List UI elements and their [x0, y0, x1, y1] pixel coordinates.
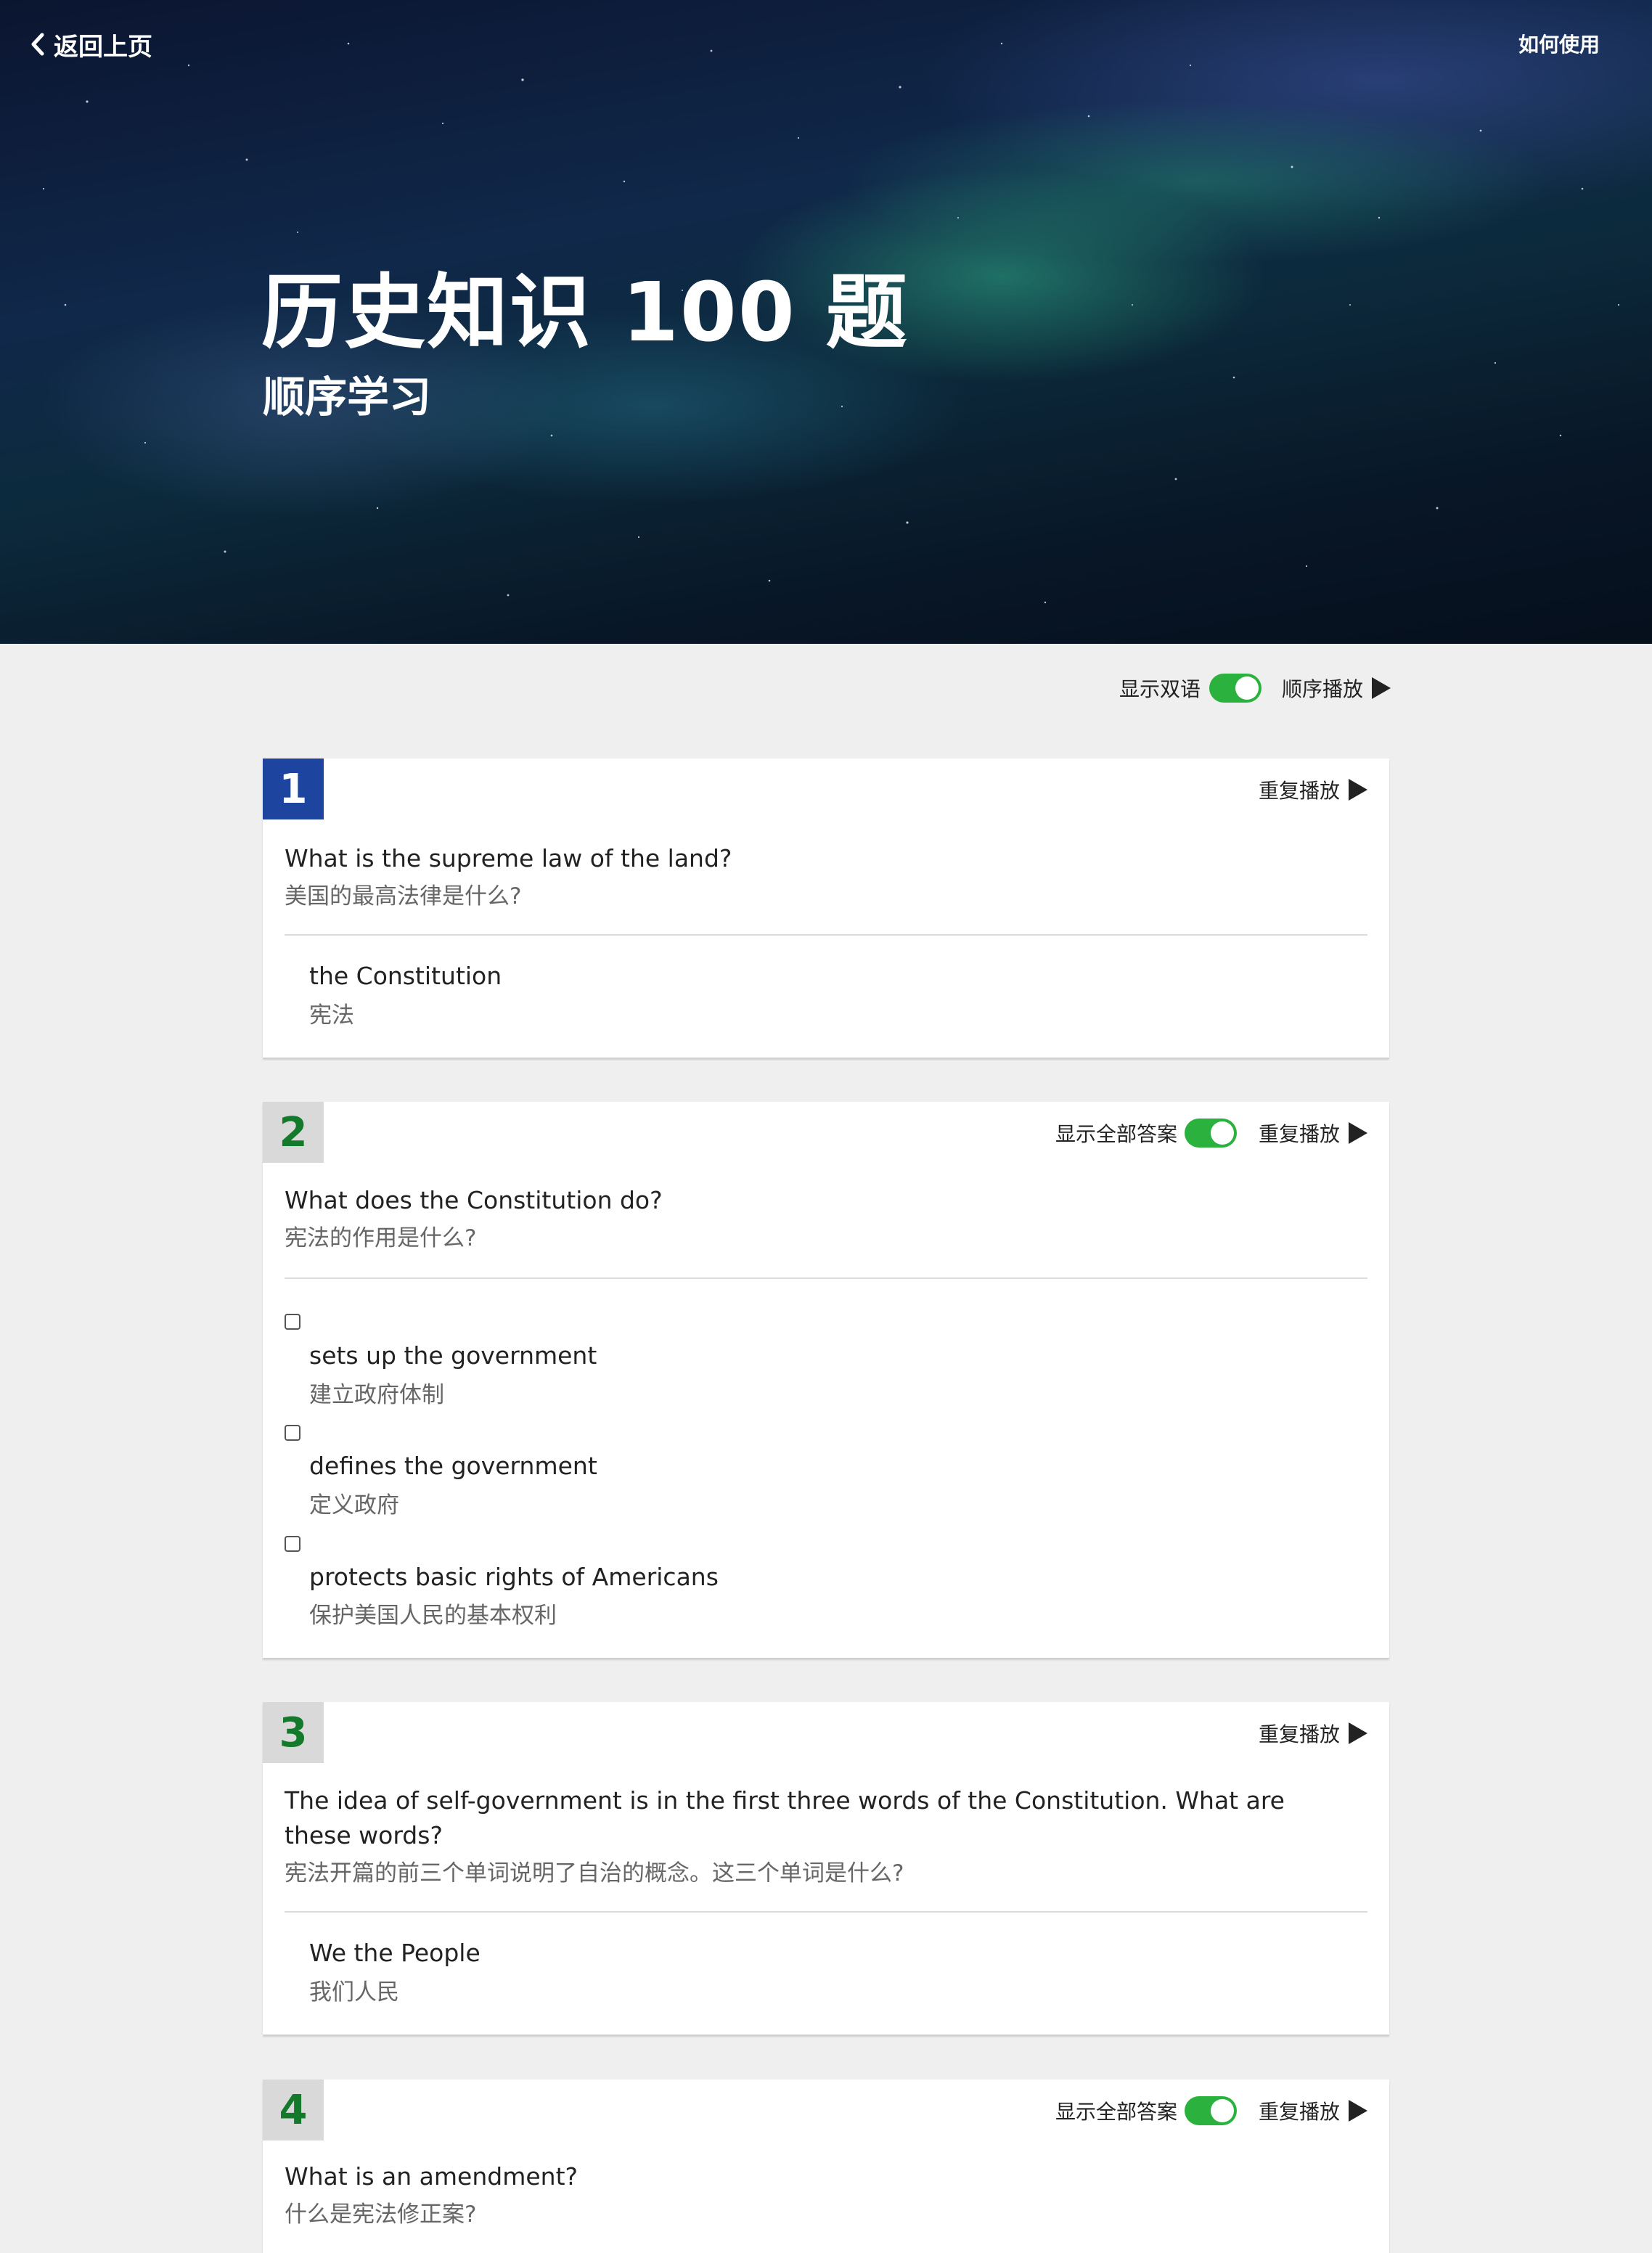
question-text-zh: 宪法开篇的前三个单词说明了自治的概念。这三个单词是什么? [285, 1860, 904, 1886]
repeat-play-label: 重复播放 [1258, 2100, 1340, 2124]
answer-text-en: protects basic rights of Americans [309, 1563, 719, 1591]
answer-checkbox[interactable] [285, 1425, 300, 1441]
question-text-en: The idea of self-government is in the fi… [285, 1786, 1285, 1849]
back-link-label: 返回上页 [54, 32, 152, 62]
page-subtitle: 顺序学习 [263, 372, 432, 422]
show-all-answers-label: 显示全部答案 [1055, 1122, 1177, 1146]
bilingual-label: 显示双语 [1119, 677, 1201, 701]
play-icon [1349, 2100, 1367, 2122]
divider [285, 1277, 1367, 1279]
sequential-play-button[interactable]: 顺序播放 [1282, 674, 1391, 703]
question-text-en: What is the supreme law of the land? [285, 844, 732, 872]
repeat-play-button[interactable]: 重复播放 [1259, 1119, 1367, 1148]
hero-banner: 返回上页 如何使用 历史知识 100 题 顺序学习 [0, 0, 1652, 644]
divider [285, 934, 1367, 936]
question-card: 4 显示全部答案 重复播放 What is an amendment? 什么是宪… [263, 2080, 1389, 2253]
repeat-play-label: 重复播放 [1258, 1122, 1340, 1146]
play-icon [1372, 677, 1391, 699]
show-all-answers-toggle[interactable] [1184, 2096, 1237, 2125]
play-icon [1349, 779, 1367, 801]
show-all-answers-label: 显示全部答案 [1055, 2100, 1177, 2124]
show-all-answers-toggle[interactable] [1184, 1119, 1237, 1148]
toggle-knob [1210, 1121, 1234, 1145]
question-card: 3 重复播放 The idea of self-government is in… [263, 1702, 1389, 2035]
back-link[interactable]: 返回上页 [28, 26, 152, 62]
answer-text-zh: 我们人民 [309, 1979, 399, 2005]
card-controls: 显示全部答案 重复播放 [1055, 2095, 1367, 2126]
sequential-play-label: 顺序播放 [1281, 677, 1363, 701]
bilingual-toggle[interactable] [1209, 674, 1262, 703]
answer-text-zh: 定义政府 [309, 1492, 399, 1518]
repeat-play-button[interactable]: 重复播放 [1259, 1719, 1367, 1748]
answer-checkbox[interactable] [285, 1314, 300, 1330]
answer-checkbox[interactable] [285, 1536, 300, 1552]
repeat-play-button[interactable]: 重复播放 [1259, 2096, 1367, 2125]
card-controls: 显示全部答案 重复播放 [1055, 1118, 1367, 1148]
card-controls: 重复播放 [1259, 774, 1367, 805]
repeat-play-label: 重复播放 [1258, 1722, 1340, 1746]
answer-text-zh: 宪法 [309, 1002, 354, 1029]
answer-text-en: sets up the government [309, 1341, 597, 1370]
card-controls: 重复播放 [1259, 1718, 1367, 1749]
question-text-zh: 什么是宪法修正案? [285, 2201, 477, 2228]
question-number: 3 [263, 1702, 324, 1763]
play-icon [1349, 1722, 1367, 1744]
question-text-zh: 宪法的作用是什么? [285, 1225, 477, 1251]
repeat-play-button[interactable]: 重复播放 [1259, 775, 1367, 804]
question-text-en: What does the Constitution do? [285, 1186, 663, 1214]
answer-text-zh: 建立政府体制 [309, 1382, 444, 1408]
how-to-use-link[interactable]: 如何使用 [1518, 29, 1600, 58]
answer-text-en: defines the government [309, 1452, 597, 1480]
question-number: 4 [263, 2080, 324, 2140]
page-title: 历史知识 100 题 [261, 266, 909, 360]
question-card: 1 重复播放 What is the supreme law of the la… [263, 759, 1389, 1058]
chevron-left-icon [31, 33, 44, 56]
global-controls: 显示双语 顺序播放 [1119, 669, 1391, 707]
divider [285, 1911, 1367, 1913]
question-text-zh: 美国的最高法律是什么? [285, 883, 522, 909]
answer-text-en: the Constitution [309, 962, 502, 990]
toggle-knob [1210, 2099, 1234, 2122]
question-number: 2 [263, 1102, 324, 1163]
play-icon [1349, 1122, 1367, 1144]
answer-text-en: We the People [309, 1939, 481, 1967]
toggle-knob [1235, 676, 1259, 700]
repeat-play-label: 重复播放 [1258, 779, 1340, 803]
question-text-en: What is an amendment? [285, 2162, 578, 2191]
answer-text-zh: 保护美国人民的基本权利 [309, 1603, 557, 1629]
question-card: 2 显示全部答案 重复播放 What does the Constitution… [263, 1102, 1389, 1658]
question-number: 1 [263, 759, 324, 819]
